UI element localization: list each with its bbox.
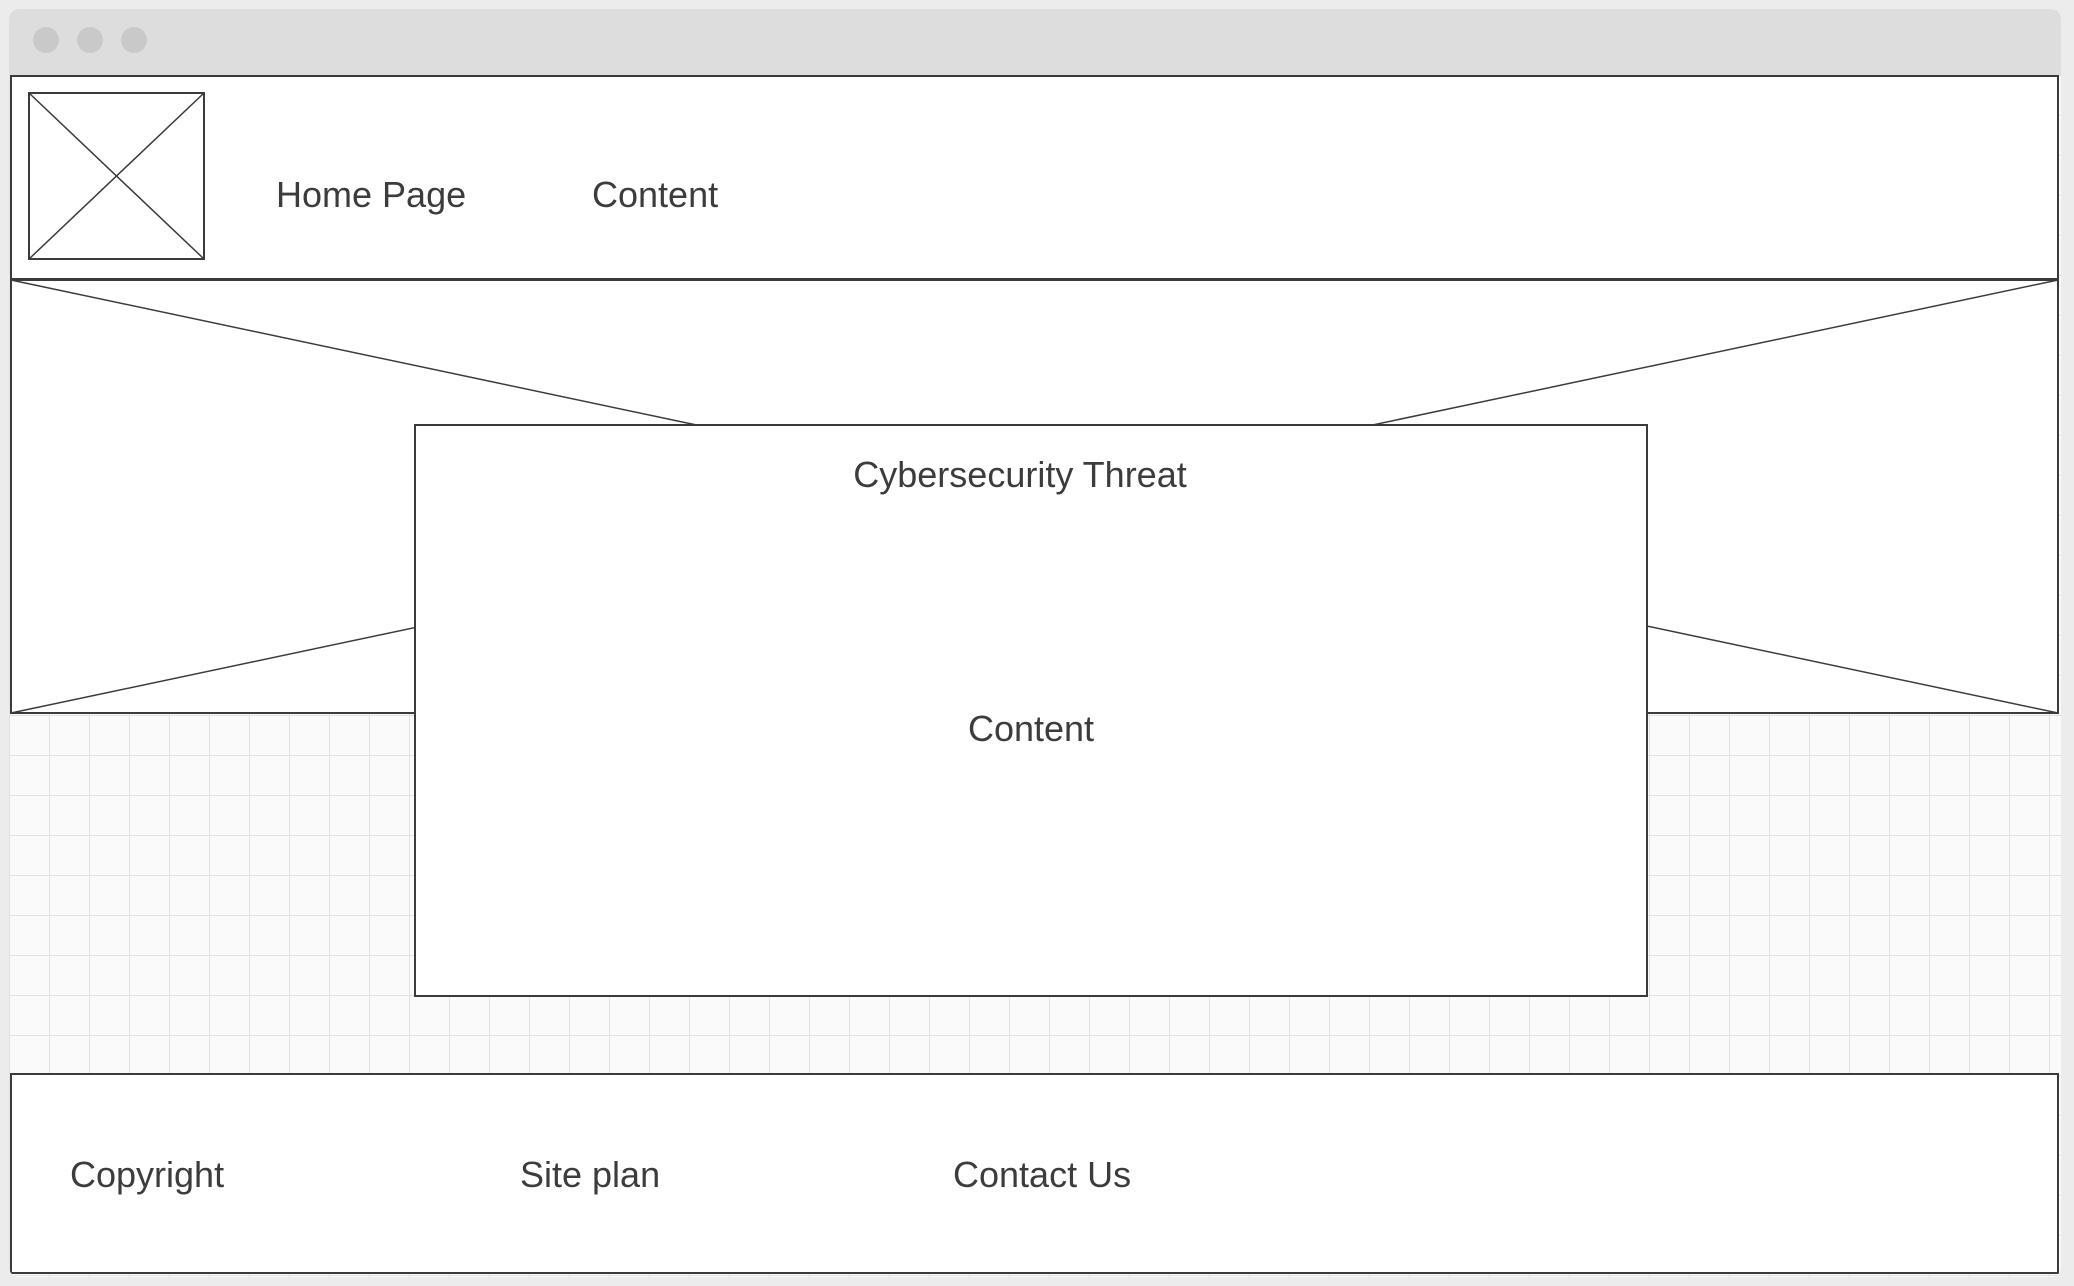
logo-image-placeholder bbox=[28, 92, 205, 260]
footer-copyright-link[interactable]: Copyright bbox=[70, 1157, 224, 1193]
footer-contact-us-link[interactable]: Contact Us bbox=[953, 1157, 1131, 1193]
card-body-text: Content bbox=[967, 708, 1095, 749]
footer-site-plan-link[interactable]: Site plan bbox=[520, 1157, 660, 1193]
close-window-dot[interactable] bbox=[33, 27, 59, 53]
card-title: Cybersecurity Threat bbox=[853, 454, 1187, 495]
nav-content-link[interactable]: Content bbox=[592, 177, 718, 213]
nav-home-page-link[interactable]: Home Page bbox=[276, 177, 466, 213]
maximize-window-dot[interactable] bbox=[121, 27, 147, 53]
image-placeholder-icon bbox=[28, 92, 205, 260]
minimize-window-dot[interactable] bbox=[77, 27, 103, 53]
window-titlebar bbox=[9, 9, 2061, 75]
browser-window: Home Page Content Cybersecurity Threat C… bbox=[9, 9, 2061, 1277]
